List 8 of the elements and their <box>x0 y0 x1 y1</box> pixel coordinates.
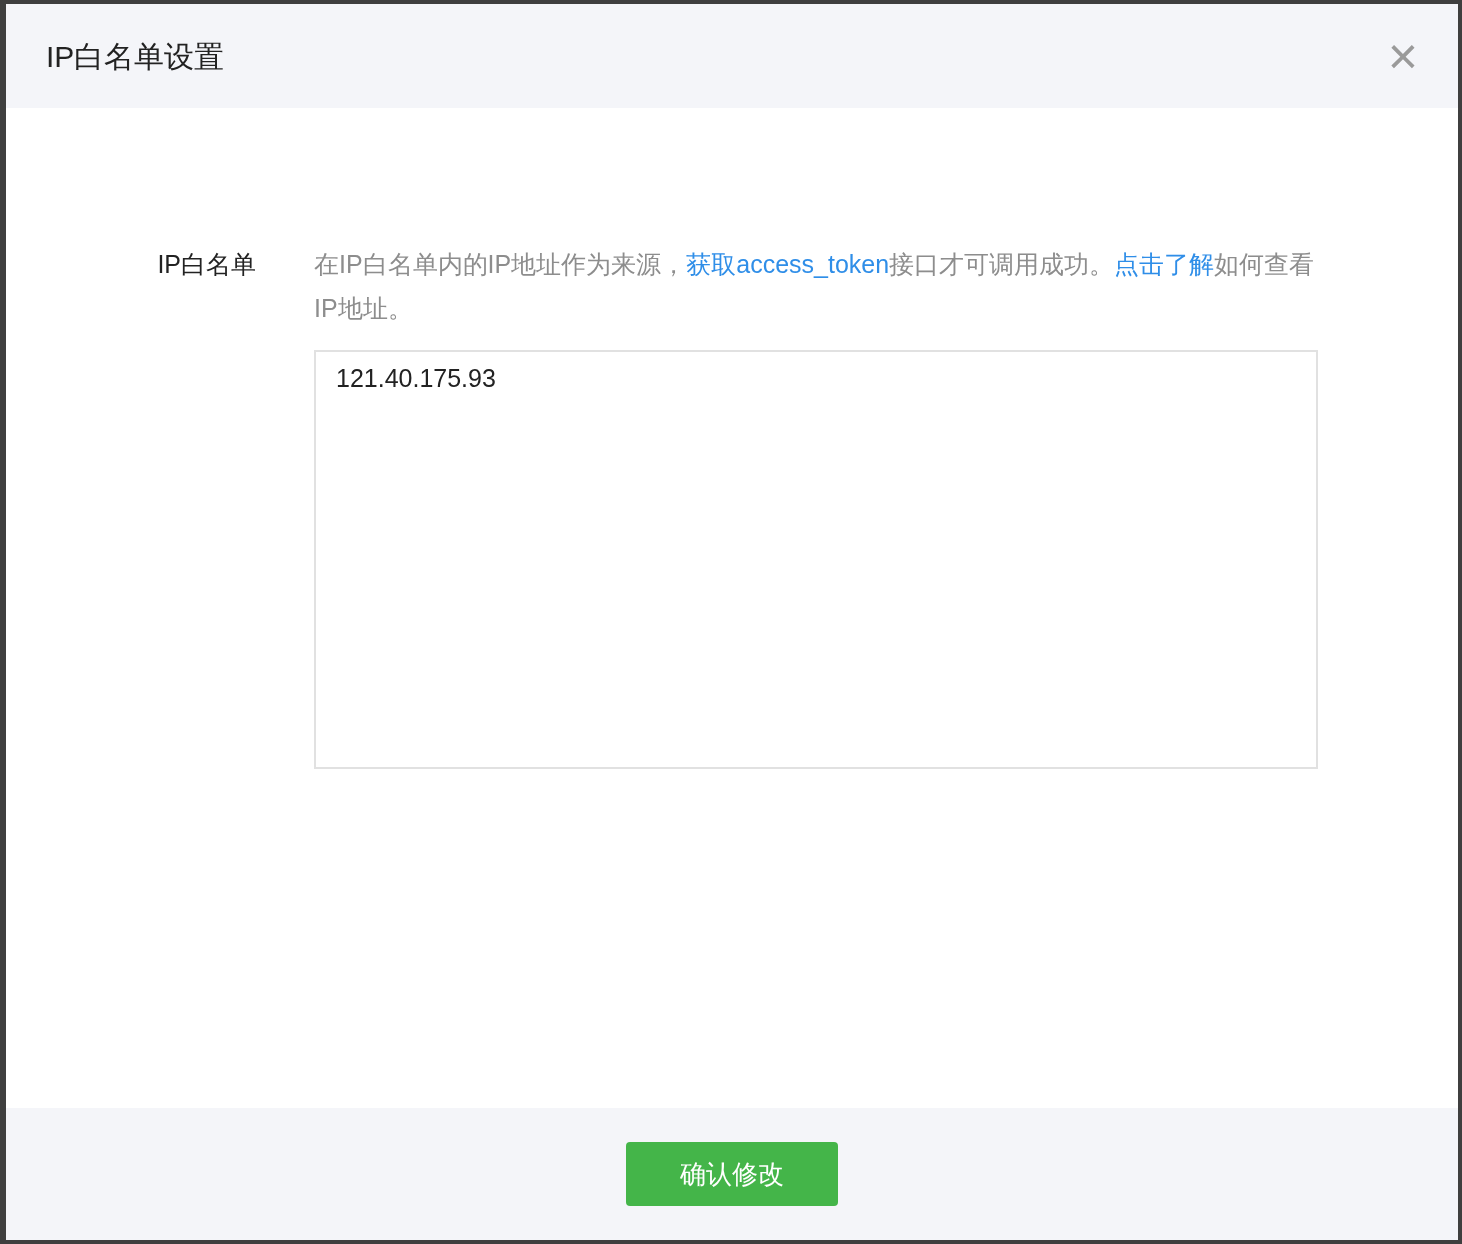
close-button[interactable]: × <box>1387 30 1418 82</box>
confirm-button[interactable]: 确认修改 <box>626 1142 838 1206</box>
dialog-title: IP白名单设置 <box>46 38 225 75</box>
field-label: IP白名单 <box>157 249 256 280</box>
description-text: 在IP白名单内的IP地址作为来源，获取access_token接口才可调用成功。点击了解如何查看IP地址。 <box>314 249 1316 324</box>
ip-list-field[interactable]: 121.40.175.93 <box>314 350 1318 769</box>
help-link[interactable]: 获取access_token <box>686 250 890 278</box>
help-link[interactable]: 点击了解 <box>1114 250 1215 278</box>
